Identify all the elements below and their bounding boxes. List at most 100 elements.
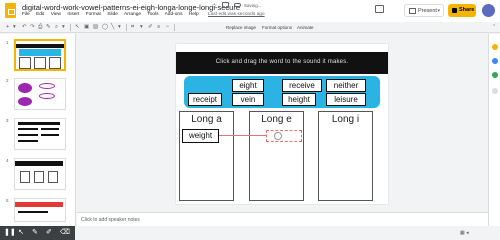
slide-number: 1 [6, 40, 9, 45]
sort-column: Long e [249, 111, 304, 201]
thumb-column [19, 57, 31, 69]
thumb-shape [39, 93, 55, 99]
move-to-folder-icon[interactable] [222, 2, 229, 8]
pen-icon[interactable]: ✎ [32, 229, 38, 237]
menu-bar: File Edit View Insert Format Slide Arran… [22, 12, 270, 22]
slide-thumbnail[interactable] [14, 158, 66, 190]
crop-icon[interactable]: ⌗ [131, 24, 134, 31]
thumb-box [48, 171, 58, 183]
border-color-icon[interactable]: ✐ [148, 24, 153, 31]
speaker-notes[interactable]: Click to add speaker notes [77, 212, 488, 226]
thumb-column [34, 57, 46, 69]
dragging-word-tile[interactable]: weight [182, 129, 219, 143]
chevron-down-icon[interactable]: ▾ [118, 24, 121, 31]
slide-number: 3 [6, 118, 9, 123]
mask-icon[interactable]: ▾ [140, 24, 143, 31]
pointer-icon[interactable]: ↖ [18, 229, 24, 237]
chevron-down-icon[interactable]: ▾ [437, 8, 440, 14]
slide-number: 2 [6, 78, 9, 83]
word-tile[interactable]: leisure [326, 93, 366, 106]
menu-tools[interactable]: Tools [147, 12, 158, 17]
word-tile[interactable]: vein [232, 93, 264, 106]
slides-logo-icon[interactable] [5, 3, 16, 18]
slide-thumbnail[interactable] [14, 78, 66, 110]
toolbar-divider [70, 24, 71, 31]
add-icon[interactable] [492, 88, 498, 94]
menu-file[interactable]: File [22, 12, 30, 17]
menu-insert[interactable]: Insert [67, 12, 79, 17]
tasks-icon[interactable] [492, 58, 498, 64]
thumb-line [41, 134, 59, 136]
chevron-down-icon[interactable]: ▾ [13, 24, 16, 31]
border-weight-icon[interactable]: ≡ [157, 24, 160, 31]
present-label: Present [418, 8, 437, 14]
undo-icon[interactable]: ↶ [22, 24, 27, 31]
word-tile[interactable]: receipt [188, 93, 222, 106]
menu-view[interactable]: View [51, 12, 61, 17]
share-label: Share [459, 7, 475, 13]
thumb-line [18, 122, 60, 125]
menu-edit[interactable]: Edit [36, 12, 44, 17]
last-edit-link[interactable]: Last edit was seconds ago [208, 12, 265, 17]
thumb-line [18, 211, 48, 213]
calendar-icon[interactable] [492, 44, 498, 50]
chevron-down-icon[interactable]: ▾ [62, 24, 65, 31]
thumb-shape [18, 83, 32, 93]
thumb-shape [18, 97, 32, 106]
cloud-status-icon [234, 3, 241, 7]
thumb-banner [15, 161, 63, 166]
border-dash-icon[interactable]: ┄ [166, 24, 169, 31]
word-tile[interactable]: height [282, 93, 316, 106]
share-button[interactable]: Share [448, 4, 476, 17]
add-icon[interactable]: + [6, 24, 9, 31]
word-tile[interactable]: receive [282, 79, 322, 92]
collapse-menu-icon[interactable]: ⌃ [492, 24, 496, 30]
slide-thumbnail[interactable] [14, 39, 66, 71]
slide-thumbnail[interactable] [14, 198, 66, 222]
slide-thumbnail[interactable] [14, 118, 66, 150]
menu-help[interactable]: Help [189, 12, 199, 17]
print-icon[interactable]: ⎙ [38, 24, 42, 31]
redo-icon[interactable]: ↷ [30, 24, 35, 31]
menu-slide[interactable]: Slide [107, 12, 118, 17]
word-tile[interactable]: neither [326, 79, 366, 92]
line-icon[interactable]: ╲ [111, 24, 114, 31]
keep-icon[interactable] [492, 72, 498, 78]
eraser-icon[interactable]: ⌫ [60, 229, 70, 237]
slide[interactable]: Click and drag the word to the sound it … [176, 44, 388, 204]
present-button[interactable]: Present ▾ [404, 4, 444, 17]
thumb-line [18, 140, 38, 142]
shape-icon[interactable]: ◯ [102, 24, 108, 31]
menu-format[interactable]: Format [86, 12, 101, 17]
image-icon[interactable]: ▨ [93, 24, 98, 31]
side-panel [488, 34, 500, 226]
star-icon[interactable]: ☆ [211, 2, 217, 10]
pause-icon[interactable]: ❚❚ [4, 229, 16, 237]
instruction-text: Click and drag the word to the sound it … [215, 59, 349, 65]
slides-app: digital-word-work-vowel-patterns-ei-eigh… [0, 0, 500, 240]
word-tile[interactable]: eight [232, 79, 264, 92]
thumb-shape [39, 83, 55, 89]
view-toggle-icons[interactable]: ▦ ◂ [460, 230, 469, 236]
format-options-button[interactable]: Format options [262, 24, 292, 31]
drag-ghost-outline [266, 130, 302, 142]
sort-column: Long i [318, 111, 373, 201]
move-cursor-icon [274, 132, 282, 140]
animate-button[interactable]: Animate [297, 24, 314, 31]
thumb-box [34, 171, 44, 183]
column-title: Long i [331, 114, 360, 125]
lock-icon [452, 8, 457, 13]
replace-image-button[interactable]: Replace image [226, 24, 256, 31]
menu-add-ons[interactable]: Add-ons [165, 12, 183, 17]
column-title: Long e [261, 114, 292, 125]
zoom-icon[interactable]: ⌕ [55, 24, 58, 31]
select-icon[interactable]: ↖ [75, 24, 80, 31]
marker-icon[interactable]: ✐ [46, 229, 52, 237]
thumb-panel [19, 49, 61, 56]
paint-format-icon[interactable]: ✎ [46, 24, 51, 31]
textbox-icon[interactable]: ▣ [84, 24, 89, 31]
document-title[interactable]: digital-word-work-vowel-patterns-ei-eigh… [22, 3, 240, 12]
avatar[interactable] [482, 4, 495, 17]
menu-arrange[interactable]: Arrange [124, 12, 141, 17]
comments-icon[interactable] [375, 5, 384, 13]
